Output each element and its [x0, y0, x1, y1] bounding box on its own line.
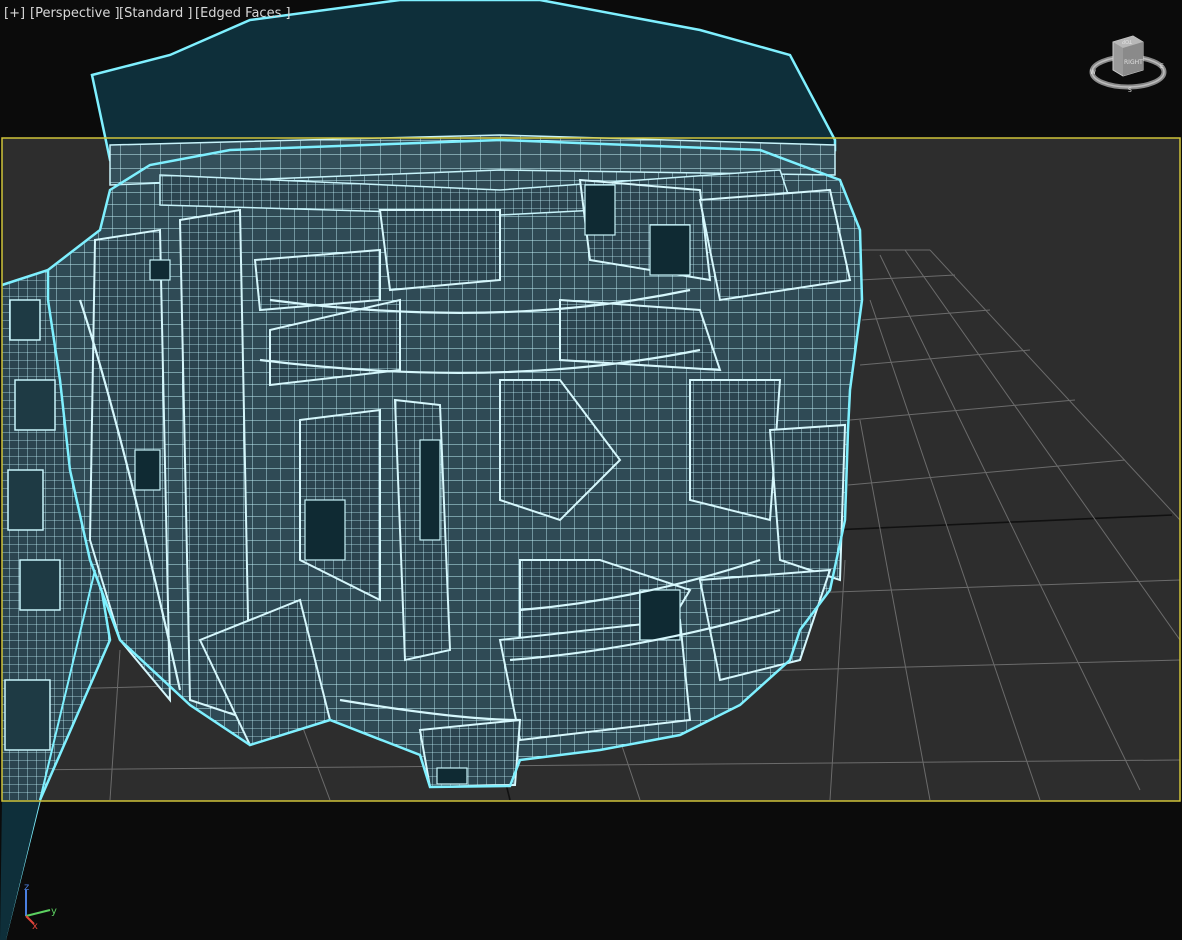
axis-tripod-icon: z y x — [24, 882, 57, 930]
viewcube[interactable]: RIGHT TOP S E W — [1088, 30, 1168, 100]
viewport-view-menu[interactable]: [Perspective ] — [30, 6, 120, 22]
viewcube-face-label: RIGHT — [1124, 59, 1143, 66]
viewcube-top-label: TOP — [1122, 38, 1133, 44]
viewcube-compass-w: W — [1090, 69, 1096, 76]
perspective-viewport[interactable]: [+] [Perspective ] [Standard ] [Edged Fa… — [0, 0, 1182, 940]
axis-x-label: x — [32, 921, 38, 930]
viewcube-compass-s: S — [1128, 87, 1132, 94]
viewcube-compass-e: E — [1160, 63, 1164, 70]
viewport-plus-menu[interactable]: [+] — [4, 6, 25, 22]
axis-y-label: y — [51, 906, 57, 917]
viewport-edges-menu[interactable]: [Edged Faces ] — [195, 6, 291, 22]
viewport-scene[interactable] — [0, 0, 1182, 940]
axis-z-label: z — [24, 882, 29, 893]
viewport-shading-menu[interactable]: [Standard ] — [119, 6, 192, 22]
